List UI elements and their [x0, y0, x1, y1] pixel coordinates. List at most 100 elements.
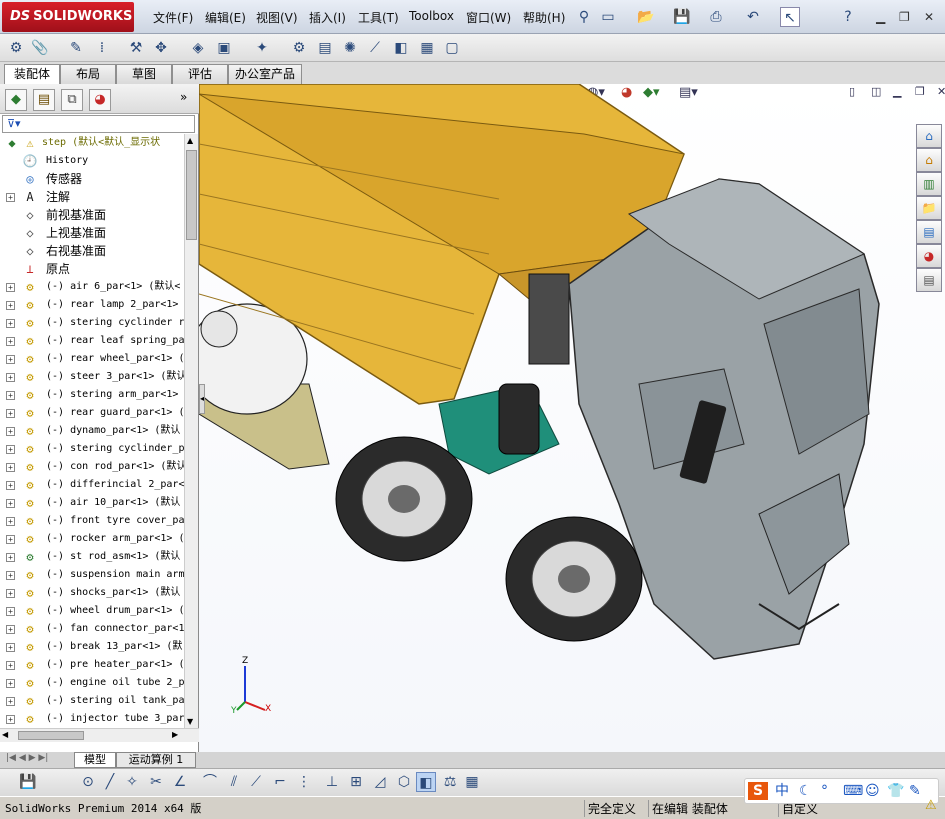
scroll-down-icon[interactable]: ▼ [187, 717, 193, 726]
appearances-icon[interactable]: ◕ [916, 244, 942, 268]
solidworks-resources-icon[interactable]: ⌂ [916, 124, 942, 148]
expand-toggle-icon[interactable]: + [6, 463, 15, 472]
tab-model[interactable]: 模型 [74, 752, 116, 768]
hscroll-thumb[interactable] [18, 731, 84, 740]
expand-toggle-icon[interactable]: + [6, 283, 15, 292]
offset-tool-icon[interactable]: ⫽ [224, 772, 244, 792]
new-document-icon[interactable]: ▭ [598, 7, 618, 27]
expand-toggle-icon[interactable]: + [6, 427, 15, 436]
expand-toggle-icon[interactable]: + [6, 517, 15, 526]
truck-3d-model[interactable] [199, 84, 945, 752]
menu-help[interactable]: 帮助(H) [523, 9, 565, 26]
tab-motion-study[interactable]: 运动算例 1 [116, 752, 196, 768]
expand-toggle-icon[interactable]: + [6, 661, 15, 670]
tree-filter[interactable]: ⊽▾ [2, 115, 195, 133]
panel-collapse-handle[interactable]: ◂ [199, 384, 205, 414]
tree-item[interactable]: + ⚙ (-) break 13_par<1> (默 [0, 638, 184, 656]
help-icon[interactable]: ? [838, 7, 858, 27]
print-icon[interactable]: ⎙ [706, 7, 726, 27]
tree-item[interactable]: + ⚙ (-) pre heater_par<1> ( [0, 656, 184, 674]
skin-icon[interactable]: 👕 [887, 782, 904, 800]
expand-toggle-icon[interactable]: + [6, 679, 15, 688]
tree-item[interactable]: + ⚙ (-) stering cyclinder r [0, 314, 184, 332]
interference-detection-icon[interactable]: ◧ [391, 38, 411, 58]
show-hidden-icon[interactable]: ◈ [188, 38, 208, 58]
expand-toggle-icon[interactable]: + [6, 535, 15, 544]
property-manager-tab-icon[interactable]: ▤ [33, 89, 55, 111]
tab-assembly[interactable]: 装配体 [4, 64, 60, 84]
minimize-button[interactable]: ▁ [876, 10, 885, 24]
clearance-verification-icon[interactable]: ▦ [417, 38, 437, 58]
relations-icon[interactable]: ⊥ [322, 772, 342, 792]
expand-toggle-icon[interactable]: + [6, 301, 15, 310]
smart-fasteners-icon[interactable]: ⚒ [126, 38, 146, 58]
tree-item[interactable]: + ⚙ (-) con rod_par<1> (默认 [0, 458, 184, 476]
expand-panel-icon[interactable]: » [180, 90, 187, 104]
table-icon[interactable]: ▦ [462, 772, 482, 792]
tab-nav-icon[interactable]: |◀ ◀ ▶ ▶| [6, 753, 48, 763]
expand-toggle-icon[interactable]: + [6, 481, 15, 490]
home-icon[interactable]: ⌂ [916, 148, 942, 172]
expand-toggle-icon[interactable]: + [6, 409, 15, 418]
custom-properties-icon[interactable]: ▤ [916, 268, 942, 292]
ime-chinese-mode[interactable]: 中 [775, 782, 789, 800]
mirror-tool-icon[interactable]: ⟋ [246, 772, 266, 792]
graphics-area[interactable]: ⊕ ⊙ ↺ ◨ ◫▾ ◧▾ ◍▾ ◕ ◆▾ ▤▾ ▯ ◫ ▁ ❐ ✕ [199, 84, 945, 752]
tab-office-products[interactable]: 办公室产品 [228, 64, 302, 84]
tree-item[interactable]: + ⚙ (-) shocks_par<1> (默认 [0, 584, 184, 602]
settings-wrench-icon[interactable]: ✎ [909, 782, 921, 800]
undo-icon[interactable]: ↶ [743, 7, 763, 27]
expand-toggle-icon[interactable]: + [6, 373, 15, 382]
select-icon[interactable]: ↖ [780, 7, 800, 27]
expand-toggle-icon[interactable]: + [6, 553, 15, 562]
menu-toolbox[interactable]: Toolbox [409, 9, 454, 23]
tree-item[interactable]: + ⚙ (-) wheel drum_par<1> ( [0, 602, 184, 620]
tree-vertical-scrollbar[interactable]: ▲ ▼ [184, 134, 198, 728]
tree-item[interactable]: + ⚙ (-) stering oil tank_pa [0, 692, 184, 710]
expand-toggle-icon[interactable]: + [6, 445, 15, 454]
tree-item[interactable]: + ⚙ (-) injector tube 3_par [0, 710, 184, 728]
keyboard-icon[interactable]: ⌨ [843, 782, 863, 800]
move-component-icon[interactable]: ✥ [151, 38, 171, 58]
expand-toggle-icon[interactable]: + [6, 337, 15, 346]
rebuild-indicator-icon[interactable]: ⚠ [925, 798, 943, 816]
explode-line-sketch-icon[interactable]: ⟋ [365, 38, 385, 58]
design-library-icon[interactable]: ▥ [916, 172, 942, 196]
scroll-thumb[interactable] [186, 150, 197, 240]
point-tool-icon[interactable]: ✧ [122, 772, 142, 792]
shaded-display-icon[interactable]: ◧ [416, 772, 436, 792]
menu-insert[interactable]: 插入(I) [309, 9, 346, 26]
expand-toggle-icon[interactable]: + [6, 697, 15, 706]
configuration-manager-tab-icon[interactable]: ⧉ [61, 89, 83, 111]
tree-horizontal-scrollbar[interactable]: ◀ ▶ [0, 728, 199, 742]
expand-toggle-icon[interactable]: + [6, 499, 15, 508]
expand-toggle-icon[interactable]: + [6, 391, 15, 400]
tree-item[interactable]: + ⚙ (-) air 6_par<1> (默认< [0, 278, 184, 296]
open-file-icon[interactable]: 📂 [636, 7, 656, 27]
expand-toggle-icon[interactable]: + [6, 715, 15, 724]
expand-toggle-icon[interactable]: + [6, 355, 15, 364]
tree-item[interactable]: + ⚙ (-) stering arm_par<1> [0, 386, 184, 404]
expand-toggle-icon[interactable]: + [6, 607, 15, 616]
solidworks-logo[interactable]: DS SOLIDWORKS [2, 2, 134, 32]
view-palette-icon[interactable]: ▤ [916, 220, 942, 244]
dimension-tool-icon[interactable]: ⋮ [294, 772, 314, 792]
angle-tool-icon[interactable]: ∠ [170, 772, 190, 792]
menu-view[interactable]: 视图(V) [256, 9, 298, 26]
tree-item[interactable]: + ⚙ (-) fan connector_par<1 [0, 620, 184, 638]
tree-item[interactable]: + ⚙ (-) dynamo_par<1> (默认 [0, 422, 184, 440]
expand-toggle-icon[interactable]: + [6, 319, 15, 328]
line-tool-icon[interactable]: ╱ [100, 772, 120, 792]
tree-root-assembly[interactable]: ◆ ⚠ step (默认<默认_显示状 [0, 134, 184, 152]
tree-item[interactable]: ◎ 传感器 [0, 170, 184, 188]
tab-evaluate[interactable]: 评估 [172, 64, 228, 84]
tree-item[interactable]: ◇ 前视基准面 [0, 206, 184, 224]
tree-item[interactable]: + ⚙ (-) rear wheel_par<1> ( [0, 350, 184, 368]
expand-toggle-icon[interactable]: + [6, 643, 15, 652]
tree-item[interactable]: + ⚙ (-) st rod_asm<1> (默认 [0, 548, 184, 566]
moon-icon[interactable]: ☾ [799, 782, 812, 800]
mate-icon[interactable]: 📎 [30, 38, 50, 58]
tree-item[interactable]: + ⚙ (-) rear guard_par<1> ( [0, 404, 184, 422]
feature-manager-tab-icon[interactable]: ◆ [5, 89, 27, 111]
smart-dimension-icon[interactable]: ◿ [370, 772, 390, 792]
